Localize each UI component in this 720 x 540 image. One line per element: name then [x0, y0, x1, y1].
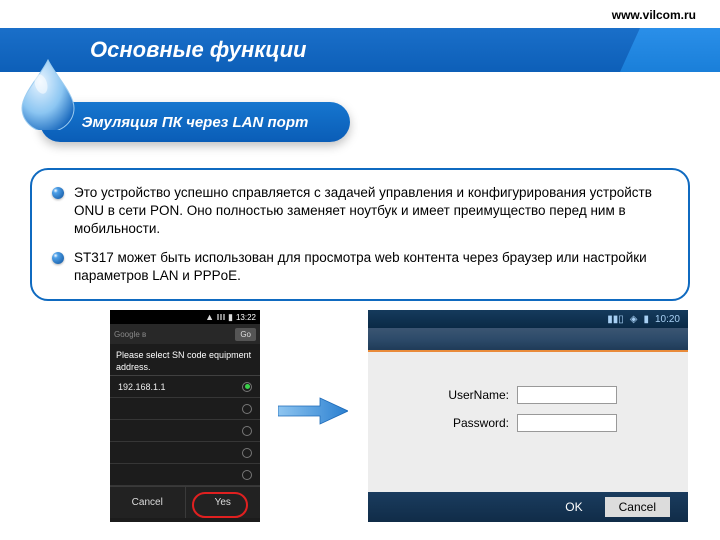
yes-button[interactable]: Yes [186, 487, 261, 518]
radio-icon[interactable] [242, 470, 252, 480]
list-item[interactable] [110, 464, 260, 486]
tablet-header-band [368, 328, 688, 352]
subtitle-text: Эмуляция ПК через LAN порт [82, 114, 309, 131]
phone-search-bar: Google в Go [110, 324, 260, 344]
ok-button[interactable]: OK [561, 498, 586, 516]
tablet-status-bar: ▮▮▯ ◈ ▮ 10:20 [368, 310, 688, 328]
bullet-item: Это устройство успешно справляется с зад… [52, 184, 668, 239]
tablet-footer: OK Cancel [368, 492, 688, 522]
subtitle-pill: Эмуляция ПК через LAN порт [40, 102, 350, 142]
list-item[interactable] [110, 420, 260, 442]
list-item[interactable] [110, 442, 260, 464]
radio-icon[interactable] [242, 448, 252, 458]
bullet-text: ST317 может быть использован для просмот… [74, 249, 668, 285]
ip-address: 192.168.1.1 [118, 382, 166, 392]
battery-icon: ▮ [643, 314, 649, 325]
list-item[interactable] [110, 398, 260, 420]
phone-screenshot: ▲ ▮ 13:22 Google в Go Please select SN c… [110, 310, 260, 522]
signal-icon: ▮▮▯ [607, 314, 624, 325]
phone-status-bar: ▲ ▮ 13:22 [110, 310, 260, 324]
bullet-item: ST317 может быть использован для просмот… [52, 249, 668, 285]
password-label: Password: [439, 416, 509, 430]
title-bar-accent [620, 28, 720, 72]
info-box: Это устройство успешно справляется с зад… [30, 168, 690, 301]
arrow-icon [278, 396, 348, 426]
wifi-icon: ◈ [630, 314, 638, 325]
login-form: UserName: Password: [368, 352, 688, 492]
radio-icon[interactable] [242, 404, 252, 414]
battery-icon: ▮ [228, 312, 233, 323]
phone-address-list: 192.168.1.1 [110, 375, 260, 486]
wifi-icon: ▲ [205, 312, 214, 322]
radio-selected-icon[interactable] [242, 382, 252, 392]
phone-dialog-buttons: Cancel Yes [110, 486, 260, 518]
list-item[interactable]: 192.168.1.1 [110, 376, 260, 398]
bullet-icon [52, 252, 64, 264]
title-bar: Основные функции [0, 28, 720, 72]
go-button[interactable]: Go [235, 328, 256, 341]
cancel-button[interactable]: Cancel [110, 487, 186, 518]
username-input[interactable] [517, 386, 617, 404]
bullet-text: Это устройство успешно справляется с зад… [74, 184, 668, 239]
site-url: www.vilcom.ru [612, 8, 696, 22]
radio-icon[interactable] [242, 426, 252, 436]
signal-icon [217, 314, 225, 320]
tablet-screenshot: ▮▮▯ ◈ ▮ 10:20 UserName: Password: OK Can… [368, 310, 688, 522]
bullet-icon [52, 187, 64, 199]
page-title: Основные функции [90, 37, 306, 63]
cancel-button[interactable]: Cancel [605, 497, 670, 517]
phone-time: 13:22 [236, 313, 256, 322]
droplet-icon [20, 58, 76, 135]
password-input[interactable] [517, 414, 617, 432]
username-label: UserName: [439, 388, 509, 402]
tablet-time: 10:20 [655, 314, 680, 325]
popup-title: Please select SN code equipment address. [110, 344, 260, 375]
search-hint: Google в [114, 330, 231, 339]
